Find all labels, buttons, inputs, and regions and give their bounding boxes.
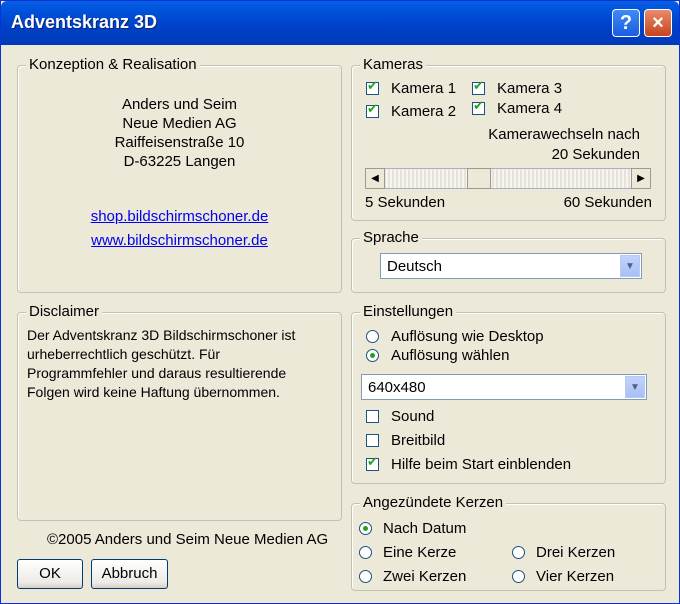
kamera-2-checkbox[interactable]	[366, 102, 379, 118]
hilfe-label[interactable]: Hilfe beim Start einblenden	[391, 456, 571, 473]
slider-thumb[interactable]	[466, 168, 491, 189]
sprache-legend: Sprache	[360, 229, 422, 246]
zwei-kerzen-radio[interactable]	[359, 570, 372, 583]
dialog-window: Adventskranz 3D ? × Konzeption & Realisa…	[0, 0, 680, 604]
title-bar[interactable]: Adventskranz 3D ? ×	[1, 1, 679, 45]
kerzen-group: Angezündete Kerzen Nach Datum Eine Kerze…	[351, 494, 666, 591]
slider-min-label: 5 Sekunden	[365, 194, 446, 211]
kamera-4-label[interactable]: Kamera 4	[497, 100, 562, 117]
kamerawechsel-slider[interactable]: ◀ ▶	[365, 168, 651, 189]
kamera-2-label[interactable]: Kamera 2	[391, 103, 456, 120]
breitbild-label[interactable]: Breitbild	[391, 432, 445, 449]
aufloesung-waehlen-radio[interactable]	[366, 349, 379, 362]
kamerawechsel-value: 20 Sekunden	[551, 146, 640, 163]
kerzen-legend: Angezündete Kerzen	[360, 494, 507, 511]
sprache-value: Deutsch	[387, 258, 443, 275]
kameras-group: Kameras Kamera 1 Kamera 3 Kamera 2 Kamer…	[351, 56, 666, 221]
vier-kerzen-radio[interactable]	[512, 570, 525, 583]
address-line: Raiffeisenstraße 10	[114, 134, 245, 151]
chevron-down-icon[interactable]: ▼	[625, 376, 645, 398]
disclaimer-text: Folgen wird keine Haftung übernommen.	[27, 384, 280, 400]
resolution-value: 640x480	[368, 379, 426, 396]
chevron-down-icon[interactable]: ▼	[620, 255, 640, 277]
eine-kerze-radio[interactable]	[359, 546, 372, 559]
close-button[interactable]: ×	[644, 9, 672, 37]
help-button[interactable]: ?	[612, 9, 640, 37]
nach-datum-radio[interactable]	[359, 522, 372, 535]
kamera-1-checkbox[interactable]	[366, 79, 379, 95]
konzeption-group: Konzeption & Realisation Anders und Seim…	[17, 56, 342, 293]
eine-kerze-label[interactable]: Eine Kerze	[383, 544, 456, 561]
vier-kerzen-label[interactable]: Vier Kerzen	[536, 568, 614, 585]
slider-max-label: 60 Sekunden	[563, 194, 652, 211]
kamera-4-checkbox[interactable]	[472, 99, 485, 115]
hilfe-checkbox[interactable]	[366, 455, 379, 471]
einstellungen-group: Einstellungen Auflösung wie Desktop Aufl…	[351, 303, 666, 484]
sound-label[interactable]: Sound	[391, 408, 434, 425]
shop-link[interactable]: shop.bildschirmschoner.de	[91, 208, 269, 225]
aufloesung-desktop-radio[interactable]	[366, 330, 379, 343]
zwei-kerzen-label[interactable]: Zwei Kerzen	[383, 568, 466, 585]
ok-button[interactable]: OK	[17, 559, 83, 589]
disclaimer-text: Programmfehler und daraus resultierende	[27, 365, 287, 381]
disclaimer-group: Disclaimer Der Adventskranz 3D Bildschir…	[17, 303, 342, 521]
konzeption-legend: Konzeption & Realisation	[26, 56, 200, 73]
address-line: D-63225 Langen	[123, 153, 236, 170]
slider-left-arrow-icon[interactable]: ◀	[365, 168, 385, 189]
sound-checkbox[interactable]	[366, 410, 379, 423]
kamerawechsel-label: Kamerawechseln nach	[488, 126, 640, 143]
nach-datum-label[interactable]: Nach Datum	[383, 520, 466, 537]
sprache-group: Sprache Deutsch ▼	[351, 229, 666, 293]
einstellungen-legend: Einstellungen	[360, 303, 457, 320]
disclaimer-text: Der Adventskranz 3D Bildschirmschoner is…	[27, 327, 296, 343]
slider-right-arrow-icon[interactable]: ▶	[631, 168, 651, 189]
kamera-3-checkbox[interactable]	[472, 79, 485, 95]
drei-kerzen-radio[interactable]	[512, 546, 525, 559]
disclaimer-legend: Disclaimer	[26, 303, 103, 320]
resolution-select[interactable]: 640x480 ▼	[361, 374, 647, 400]
kamera-3-label[interactable]: Kamera 3	[497, 80, 562, 97]
sprache-select[interactable]: Deutsch ▼	[380, 253, 642, 279]
aufloesung-desktop-label[interactable]: Auflösung wie Desktop	[391, 328, 544, 345]
address-line: Anders und Seim	[121, 96, 238, 113]
window-title: Adventskranz 3D	[11, 12, 158, 32]
disclaimer-text: urheberrechtlich geschützt. Für	[27, 346, 220, 362]
kamera-1-label[interactable]: Kamera 1	[391, 80, 456, 97]
abbruch-button[interactable]: Abbruch	[91, 559, 168, 589]
drei-kerzen-label[interactable]: Drei Kerzen	[536, 544, 615, 561]
aufloesung-waehlen-label[interactable]: Auflösung wählen	[391, 347, 509, 364]
website-link[interactable]: www.bildschirmschoner.de	[91, 232, 268, 249]
kameras-legend: Kameras	[360, 56, 427, 73]
breitbild-checkbox[interactable]	[366, 434, 379, 447]
copyright-text: ©2005 Anders und Seim Neue Medien AG	[47, 531, 329, 548]
address-line: Neue Medien AG	[122, 115, 237, 132]
